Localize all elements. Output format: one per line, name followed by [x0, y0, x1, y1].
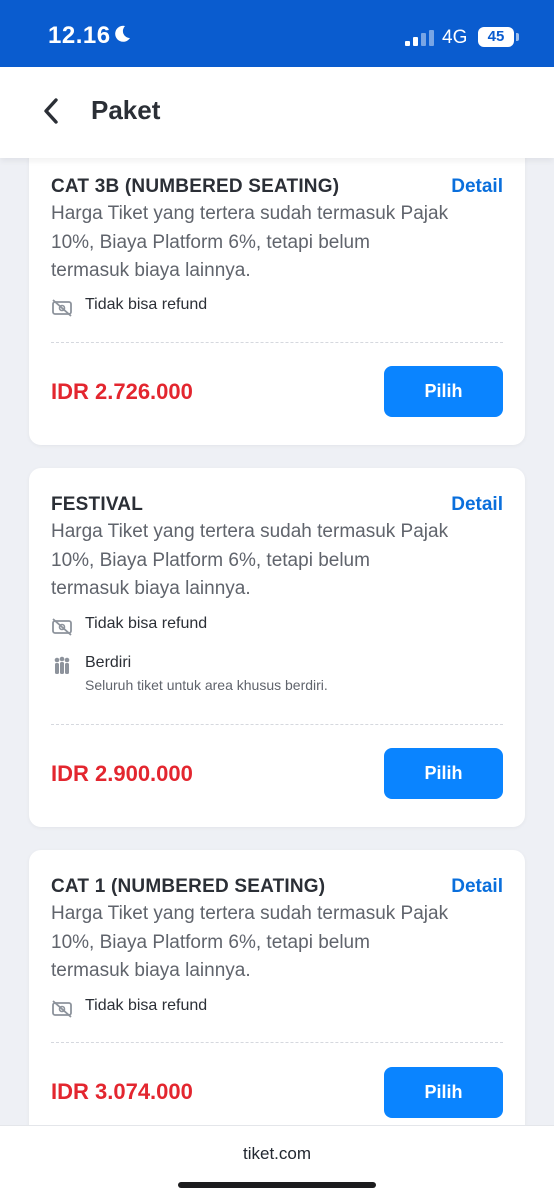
status-bar: 12.16 4G 45 — [0, 0, 554, 67]
package-description: Harga Tiket yang tertera sudah termasuk … — [51, 903, 449, 981]
site-domain[interactable]: tiket.com — [0, 1144, 554, 1164]
package-price: IDR 3.074.000 — [51, 1079, 193, 1104]
package-name: CAT 1 (NUMBERED SEATING) — [51, 876, 326, 897]
dashed-divider — [51, 342, 503, 343]
battery-icon: 45 — [478, 27, 514, 47]
chevron-left-icon[interactable] — [38, 96, 64, 126]
signal-icon — [405, 30, 434, 46]
package-price: IDR 2.726.000 — [51, 379, 193, 404]
pick-button[interactable]: Pilih — [384, 366, 503, 417]
package-name: CAT 3B (NUMBERED SEATING) — [51, 176, 340, 197]
refund-label: Tidak bisa refund — [85, 615, 208, 632]
detail-link[interactable]: Detail — [451, 494, 503, 516]
moon-icon — [115, 25, 130, 42]
package-description: Harga Tiket yang tertera sudah termasuk … — [51, 203, 449, 281]
pick-button[interactable]: Pilih — [384, 1067, 503, 1118]
browser-footer: tiket.com — [0, 1125, 554, 1199]
network-label: 4G — [442, 27, 468, 48]
detail-link[interactable]: Detail — [451, 876, 503, 898]
package-name: FESTIVAL — [51, 494, 144, 515]
package-card: FESTIVAL Detail Harga Tiket yang tertera… — [29, 468, 525, 827]
no-refund-icon — [52, 618, 72, 636]
status-time: 12.16 — [48, 22, 111, 49]
dashed-divider — [51, 724, 503, 725]
no-refund-icon — [52, 299, 72, 317]
page-title: Paket — [91, 95, 161, 125]
refund-label: Tidak bisa refund — [85, 997, 208, 1014]
refund-label: Tidak bisa refund — [85, 296, 208, 313]
package-card: CAT 1 (NUMBERED SEATING) Detail Harga Ti… — [29, 850, 525, 1125]
standing-label: Berdiri — [85, 654, 132, 671]
no-refund-icon — [52, 1000, 72, 1018]
app-header — [0, 67, 554, 158]
dashed-divider — [51, 1042, 503, 1043]
battery-tip — [516, 33, 519, 41]
pick-button[interactable]: Pilih — [384, 748, 503, 799]
detail-link[interactable]: Detail — [451, 176, 503, 198]
package-card: CAT 3B (NUMBERED SEATING) Detail Harga T… — [29, 158, 525, 445]
standing-note: Seluruh tiket untuk area khusus berdiri. — [85, 677, 328, 693]
package-list[interactable]: CAT 3B (NUMBERED SEATING) Detail Harga T… — [0, 158, 554, 1125]
standing-people-icon — [54, 656, 70, 674]
package-price: IDR 2.900.000 — [51, 761, 193, 786]
package-description: Harga Tiket yang tertera sudah termasuk … — [51, 521, 449, 599]
home-indicator[interactable] — [178, 1182, 376, 1188]
